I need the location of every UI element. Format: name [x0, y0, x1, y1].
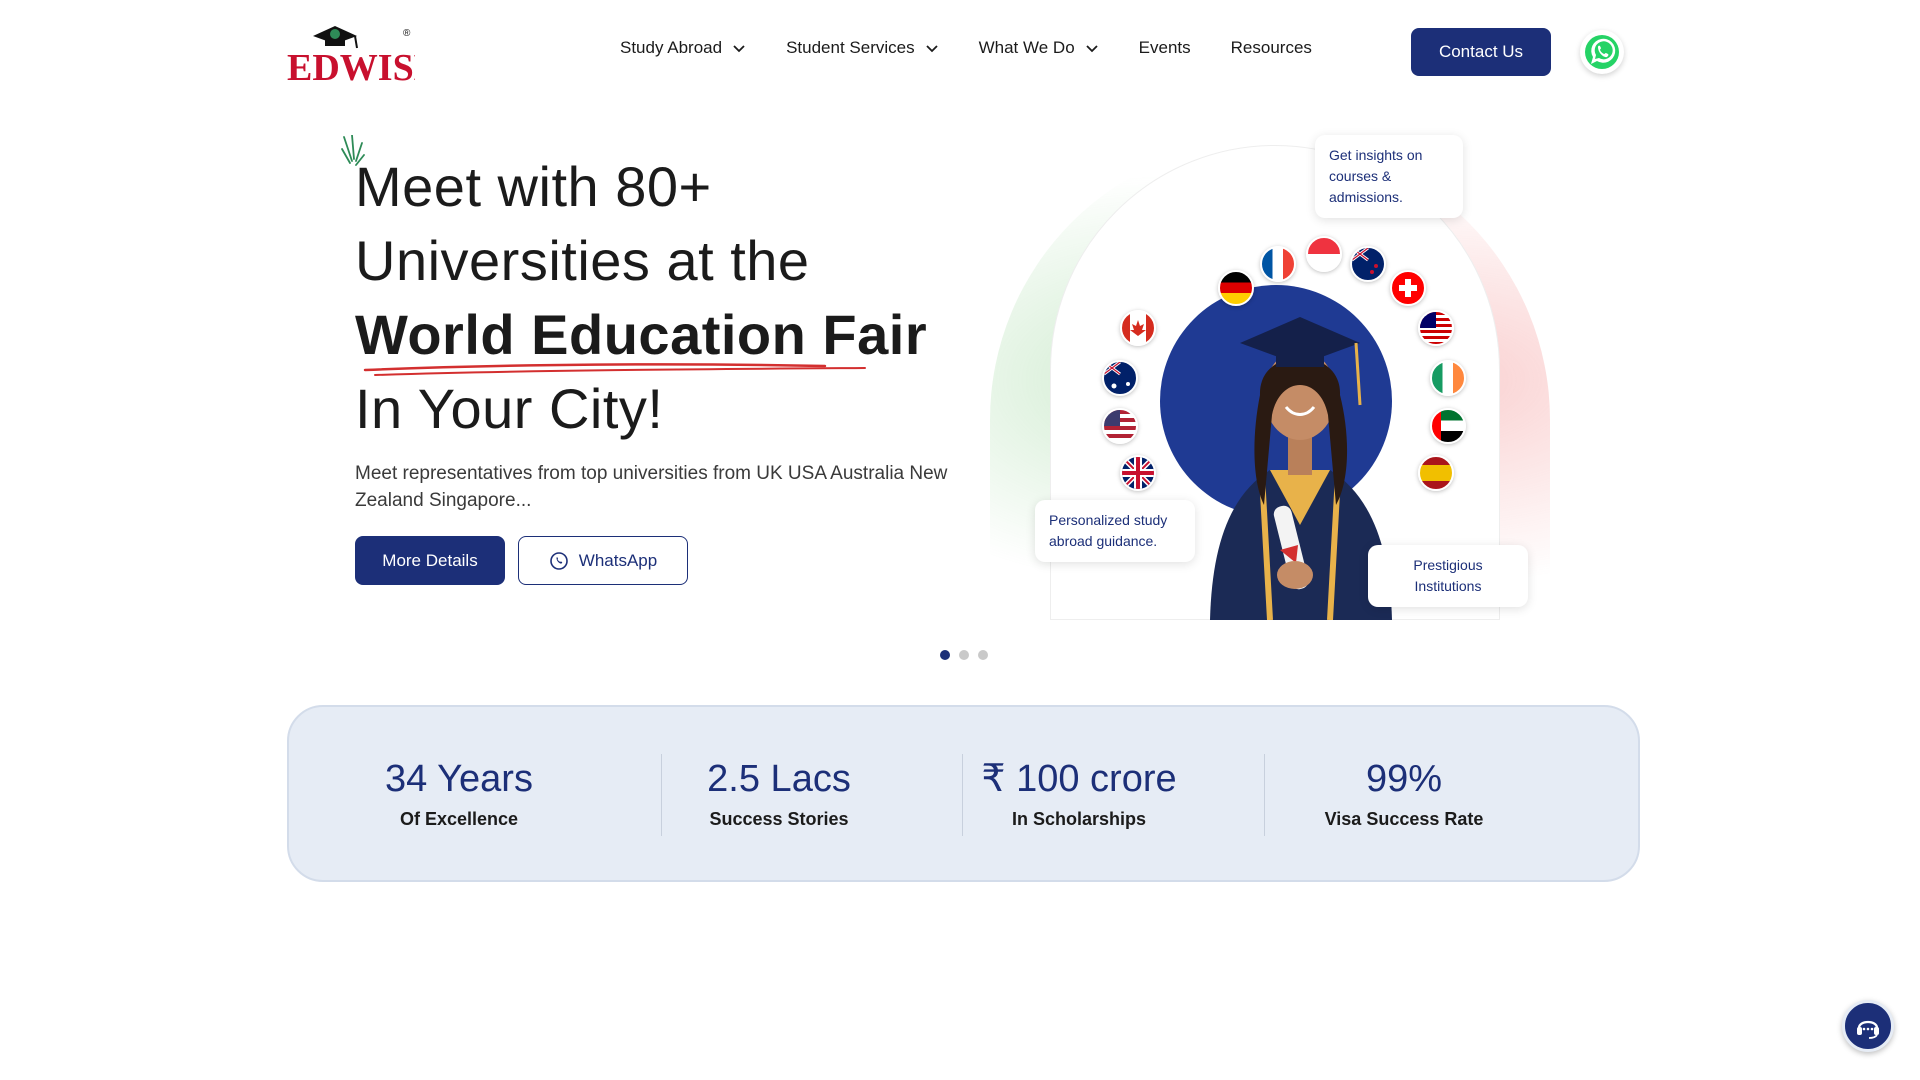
whatsapp-button-label: WhatsApp [578, 550, 658, 570]
more-details-button[interactable]: More Details [355, 536, 505, 585]
usa-flag-icon [1102, 408, 1138, 444]
hero-illustration: Get insights on courses & admissions. Pe… [990, 120, 1550, 620]
stat-value: 34 Years [385, 758, 533, 800]
nav-label: Student Services [786, 38, 915, 57]
logo-wordmark: EDWISE [287, 47, 415, 84]
stat-label: Visa Success Rate [1324, 809, 1484, 829]
spain-flag-icon [1418, 455, 1454, 491]
svg-text:®: ® [403, 28, 411, 39]
main-nav: Study Abroad Student Services What We Do… [620, 38, 1352, 58]
guidance-card: Personalized study abroad guidance. [1035, 500, 1195, 562]
nav-label: Study Abroad [620, 38, 723, 57]
page: ® EDWISE Study Abroad Student Services W… [0, 0, 1920, 1080]
insights-card: Get insights on courses & admissions. [1315, 135, 1463, 218]
nav-label: Resources [1230, 38, 1312, 57]
stat-value: 2.5 Lacs [707, 758, 851, 800]
canada-flag-icon [1120, 310, 1156, 346]
australia-flag-icon [1102, 360, 1138, 396]
uae-flag-icon [1430, 408, 1466, 444]
hero-description: Meet representatives from top universiti… [355, 463, 948, 511]
stats-panel: 34 Years Of Excellence 2.5 Lacs Success … [287, 705, 1640, 882]
stat-visa-rate: 99% Visa Success Rate [1289, 757, 1519, 830]
nav-what-we-do[interactable]: What We Do [979, 38, 1099, 58]
ireland-flag-icon [1430, 360, 1466, 396]
nav-resources[interactable]: Resources [1231, 38, 1312, 58]
carousel-dot-3[interactable] [978, 650, 988, 660]
stat-divider [1264, 754, 1265, 836]
stat-value: ₹ 100 crore [981, 758, 1177, 800]
nav-student-services[interactable]: Student Services [786, 38, 939, 58]
chevron-down-icon [733, 45, 745, 53]
nav-label: Events [1138, 38, 1191, 57]
hero-heading: Meet with 80+ Universities at the World … [355, 150, 927, 446]
whatsapp-icon [549, 551, 568, 570]
carousel-dots [940, 650, 988, 660]
stat-label: Success Stories [709, 809, 849, 829]
stat-divider [661, 754, 662, 836]
carousel-dot-1[interactable] [940, 650, 950, 660]
hero-line-2: Universities at the [355, 229, 810, 292]
malaysia-flag-icon [1418, 310, 1454, 346]
stat-label: Of Excellence [399, 809, 519, 829]
institutions-card: Prestigious Institutions [1368, 545, 1528, 607]
nav-study-abroad[interactable]: Study Abroad [620, 38, 746, 58]
edwise-logo[interactable]: ® EDWISE [285, 22, 415, 84]
nav-label: What We Do [978, 38, 1075, 57]
contact-us-button[interactable]: Contact Us [1411, 28, 1551, 76]
stat-label: In Scholarships [1011, 809, 1147, 829]
hero-line-1: Meet with 80+ [355, 155, 712, 218]
whatsapp-button[interactable]: WhatsApp [518, 536, 688, 585]
stat-value: 99% [1365, 758, 1443, 800]
stat-scholarships: ₹ 100 crore In Scholarships [969, 757, 1189, 830]
hero-line-4: In Your City! [355, 377, 664, 440]
headset-icon[interactable] [1842, 1000, 1894, 1052]
stat-years: 34 Years Of Excellence [369, 757, 549, 830]
chevron-down-icon [925, 45, 938, 53]
whatsapp-icon[interactable] [1580, 30, 1624, 74]
nav-events[interactable]: Events [1139, 38, 1191, 58]
chevron-down-icon [1086, 45, 1098, 53]
stat-divider [962, 754, 963, 836]
stat-success-stories: 2.5 Lacs Success Stories [679, 757, 879, 830]
red-underline-decoration [363, 363, 866, 376]
carousel-dot-2[interactable] [959, 650, 969, 660]
uk-flag-icon [1120, 455, 1156, 491]
